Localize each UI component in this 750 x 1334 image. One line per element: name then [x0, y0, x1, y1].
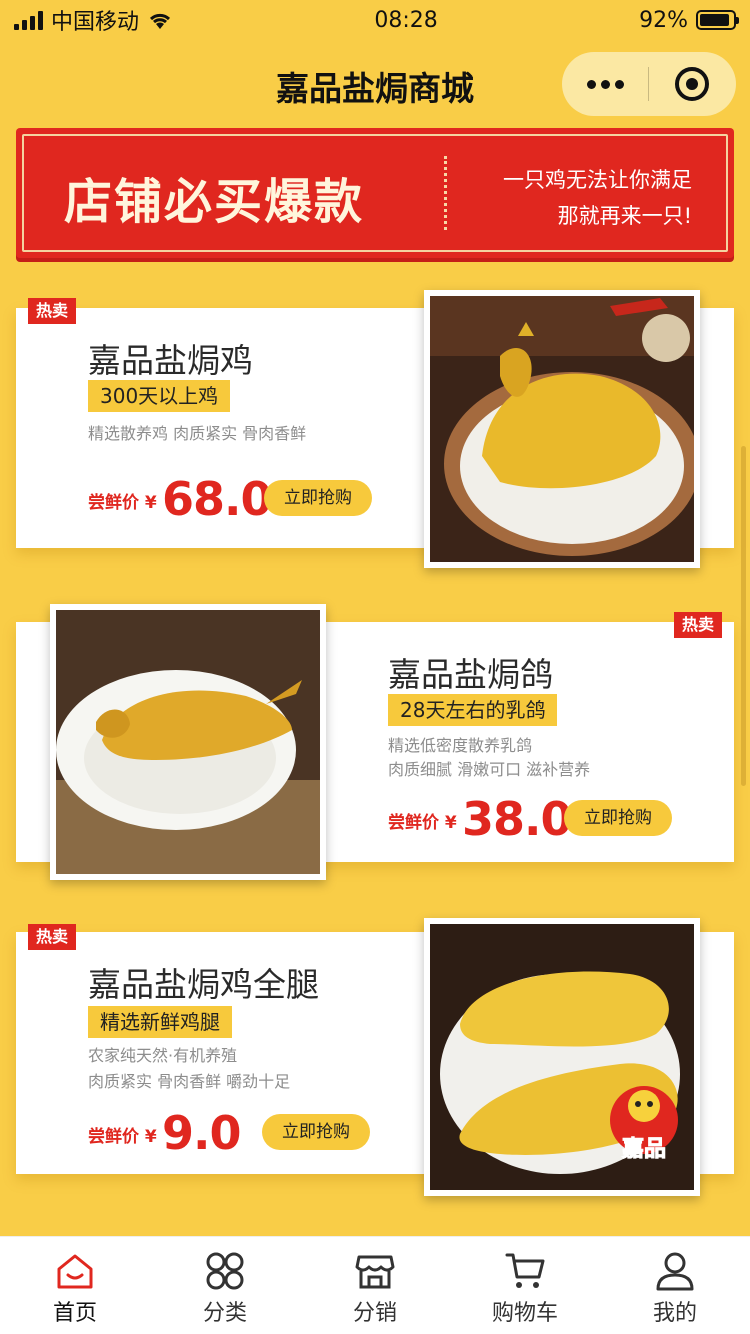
- product-name: 嘉品盐焗鸡全腿: [88, 965, 319, 1004]
- status-right: 92%: [639, 7, 739, 33]
- product-desc-1: 农家纯天然·有机养殖: [88, 1046, 238, 1065]
- buy-button[interactable]: 立即抢购: [262, 1114, 370, 1150]
- price-label: 尝鲜价 ¥: [388, 813, 457, 833]
- product-desc-1: 精选低密度散养乳鸽: [388, 736, 533, 755]
- product-desc-1: 精选散养鸡 肉质紧实 骨肉香鲜: [88, 424, 307, 443]
- user-icon: [656, 1252, 694, 1291]
- hot-tag: 热卖: [28, 298, 77, 324]
- status-left: 中国移动: [14, 4, 173, 36]
- hot-tag: 热卖: [28, 924, 77, 950]
- product-name: 嘉品盐焗鸽: [388, 655, 553, 694]
- banner-subtitle-1: 一只鸡无法让你满足: [503, 168, 692, 192]
- price-value: 68.0: [162, 472, 272, 526]
- status-time: 08:28: [374, 7, 438, 33]
- tab-label: 分类: [202, 1301, 247, 1326]
- tab-label: 首页: [52, 1301, 97, 1326]
- carrier-name: 中国移动: [51, 10, 140, 35]
- product-desc-2: 肉质紧实 骨肉香鲜 嚼劲十足: [88, 1072, 291, 1091]
- price-label: 尝鲜价 ¥: [88, 493, 157, 513]
- product-photo-drumstick[interactable]: 嘉品: [424, 918, 700, 1196]
- scrollbar[interactable]: [741, 446, 746, 786]
- store-icon: [355, 1255, 395, 1289]
- banner-title: 店铺必买爆款: [64, 174, 365, 230]
- promo-banner: 店铺必买爆款 一只鸡无法让你满足 那就再来一只!: [16, 128, 734, 258]
- tab-label: 购物车: [491, 1301, 558, 1326]
- mini-program-capsule: [562, 52, 736, 116]
- product-photo-pigeon[interactable]: [50, 604, 326, 880]
- product-badge: 28天左右的乳鸽: [388, 694, 558, 726]
- product-desc-2: 肉质细腻 滑嫩可口 滋补营养: [388, 760, 591, 779]
- wifi-icon: [147, 10, 173, 30]
- battery-percent: 92%: [639, 7, 688, 33]
- home-icon: [57, 1254, 93, 1289]
- category-icon: [206, 1252, 244, 1290]
- logo-text: 嘉品: [622, 1137, 666, 1162]
- cart-icon: [505, 1253, 545, 1288]
- product-name: 嘉品盐焗鸡: [88, 341, 253, 380]
- battery-fill: [699, 14, 730, 26]
- close-icon[interactable]: [649, 52, 735, 116]
- tab-distribution[interactable]: 分销: [300, 1237, 450, 1334]
- product-badge: 300天以上鸡: [88, 380, 231, 412]
- buy-button[interactable]: 立即抢购: [264, 480, 372, 516]
- tab-label: 我的: [652, 1301, 697, 1326]
- hot-tag: 热卖: [673, 612, 722, 638]
- battery-icon: [695, 10, 739, 30]
- banner-divider: [444, 156, 447, 230]
- tab-home[interactable]: 首页: [0, 1237, 150, 1334]
- tab-category[interactable]: 分类: [150, 1237, 300, 1334]
- pigeon-image: [56, 610, 320, 874]
- tab-bar: 首页 分类 分销 购物车 我的: [0, 1236, 750, 1334]
- buy-button[interactable]: 立即抢购: [564, 800, 672, 836]
- nav-bar: 嘉品盐焗商城: [0, 40, 750, 128]
- product-badge: 精选新鲜鸡腿: [88, 1006, 232, 1038]
- status-bar: 中国移动 08:28 92%: [0, 0, 750, 40]
- tab-mine[interactable]: 我的: [600, 1237, 750, 1334]
- drumstick-image: 嘉品: [430, 924, 694, 1190]
- price-value: 9.0: [162, 1106, 241, 1160]
- more-icon[interactable]: [562, 52, 648, 116]
- signal-icon: [14, 10, 43, 30]
- chicken-image: [430, 296, 694, 562]
- tab-label: 分销: [352, 1301, 397, 1326]
- product-photo-chicken[interactable]: [424, 290, 700, 568]
- tab-cart[interactable]: 购物车: [450, 1237, 600, 1334]
- price-label: 尝鲜价 ¥: [88, 1127, 157, 1147]
- banner-subtitle-2: 那就再来一只!: [557, 204, 692, 228]
- price-value: 38.0: [462, 792, 572, 846]
